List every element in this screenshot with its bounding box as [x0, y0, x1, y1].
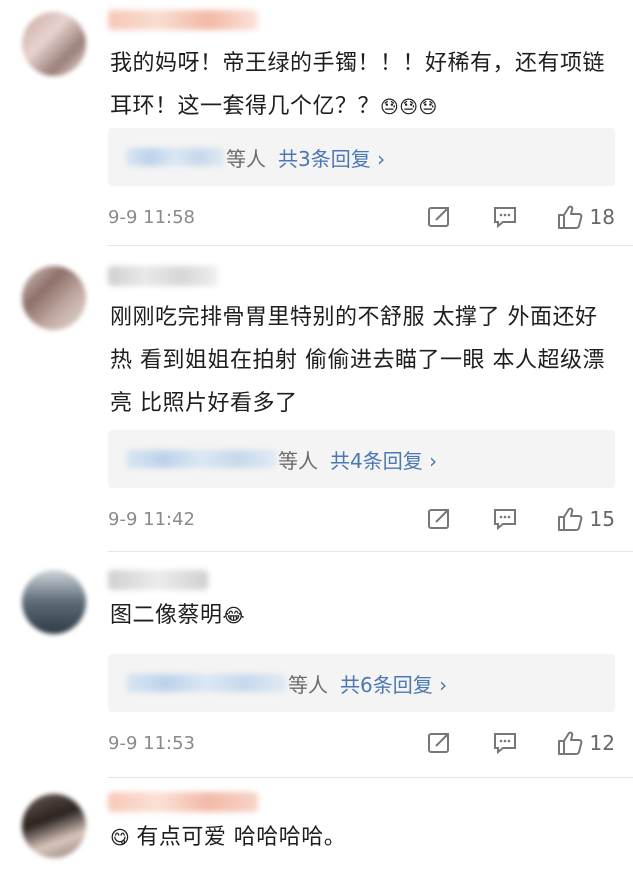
username[interactable] — [108, 570, 208, 590]
comment-text-body: 刚刚吃完排骨胃里特别的不舒服 太撑了 外面还好热 看到姐姐在拍射 偷偷进去瞄了一… — [110, 305, 605, 416]
comment-icon[interactable] — [492, 507, 518, 531]
sweat-emoji: 😓😓😓 — [380, 97, 438, 118]
comment-item: 刚刚吃完排骨胃里特别的不舒服 太撑了 外面还好热 看到姐姐在拍射 偷偷进去瞄了一… — [0, 246, 633, 551]
thumbs-up-icon — [556, 204, 584, 230]
yum-emoji: 😋 — [110, 827, 131, 849]
thumbs-up-icon — [556, 730, 584, 756]
share-icon[interactable] — [426, 205, 452, 229]
comment-text-body: 有点可爱 哈哈哈哈。 — [136, 825, 347, 850]
view-replies-link[interactable]: 共6条回复 › — [340, 669, 447, 698]
like-count: 18 — [589, 205, 615, 229]
replies-preview[interactable]: 等人 共3条回复 › — [108, 128, 615, 186]
view-replies-link[interactable]: 共4条回复 › — [330, 445, 437, 474]
reply-usernames — [126, 450, 276, 468]
username[interactable] — [108, 10, 258, 30]
reply-usernames — [126, 148, 224, 166]
username[interactable] — [108, 792, 258, 812]
share-icon[interactable] — [426, 507, 452, 531]
comment-text: 刚刚吃完排骨胃里特别的不舒服 太撑了 外面还好热 看到姐姐在拍射 偷偷进去瞄了一… — [110, 296, 609, 425]
like-button[interactable]: 12 — [556, 730, 615, 756]
comment-item: 图二像蔡明😂 等人 共6条回复 › 9-9 11:53 12 — [0, 552, 633, 777]
reply-usernames — [126, 674, 286, 692]
avatar[interactable] — [22, 794, 86, 858]
comment-meta: 9-9 11:53 12 — [108, 728, 615, 758]
comment-text-body: 我的妈呀！帝王绿的手镯！！！好稀有，还有项链耳环！这一套得几个亿？？ — [110, 51, 606, 119]
avatar[interactable] — [22, 12, 86, 76]
comment-icon[interactable] — [492, 731, 518, 755]
comment-text: 我的妈呀！帝王绿的手镯！！！好稀有，还有项链耳环！这一套得几个亿？？😓😓😓 — [110, 42, 609, 129]
comment-text: 😋 有点可爱 哈哈哈哈。 — [110, 816, 609, 860]
share-icon[interactable] — [426, 731, 452, 755]
comment-item: 我的妈呀！帝王绿的手镯！！！好稀有，还有项链耳环！这一套得几个亿？？😓😓😓 等人… — [0, 0, 633, 245]
comment-meta: 9-9 11:58 18 — [108, 202, 615, 232]
comment-text-body: 图二像蔡明 — [110, 603, 223, 628]
comment-meta: 9-9 11:42 15 — [108, 504, 615, 534]
timestamp: 9-9 11:42 — [108, 508, 195, 530]
reply-who-label: 等人 — [226, 146, 266, 171]
laughing-emoji: 😂 — [222, 605, 246, 627]
reply-who-label: 等人 — [278, 448, 318, 473]
reply-who-label: 等人 — [288, 672, 328, 697]
comment-icon[interactable] — [492, 205, 518, 229]
avatar[interactable] — [22, 570, 86, 634]
comment-item: 😋 有点可爱 哈哈哈哈。 — [0, 778, 633, 883]
replies-preview[interactable]: 等人 共4条回复 › — [108, 430, 615, 488]
like-button[interactable]: 18 — [556, 204, 615, 230]
username[interactable] — [108, 266, 218, 286]
comment-text: 图二像蔡明😂 — [110, 594, 609, 638]
avatar[interactable] — [22, 266, 86, 330]
view-replies-link[interactable]: 共3条回复 › — [278, 143, 385, 172]
like-count: 15 — [589, 507, 615, 531]
timestamp: 9-9 11:58 — [108, 206, 195, 228]
like-count: 12 — [589, 731, 615, 755]
timestamp: 9-9 11:53 — [108, 732, 195, 754]
thumbs-up-icon — [556, 506, 584, 532]
replies-preview[interactable]: 等人 共6条回复 › — [108, 654, 615, 712]
like-button[interactable]: 15 — [556, 506, 615, 532]
